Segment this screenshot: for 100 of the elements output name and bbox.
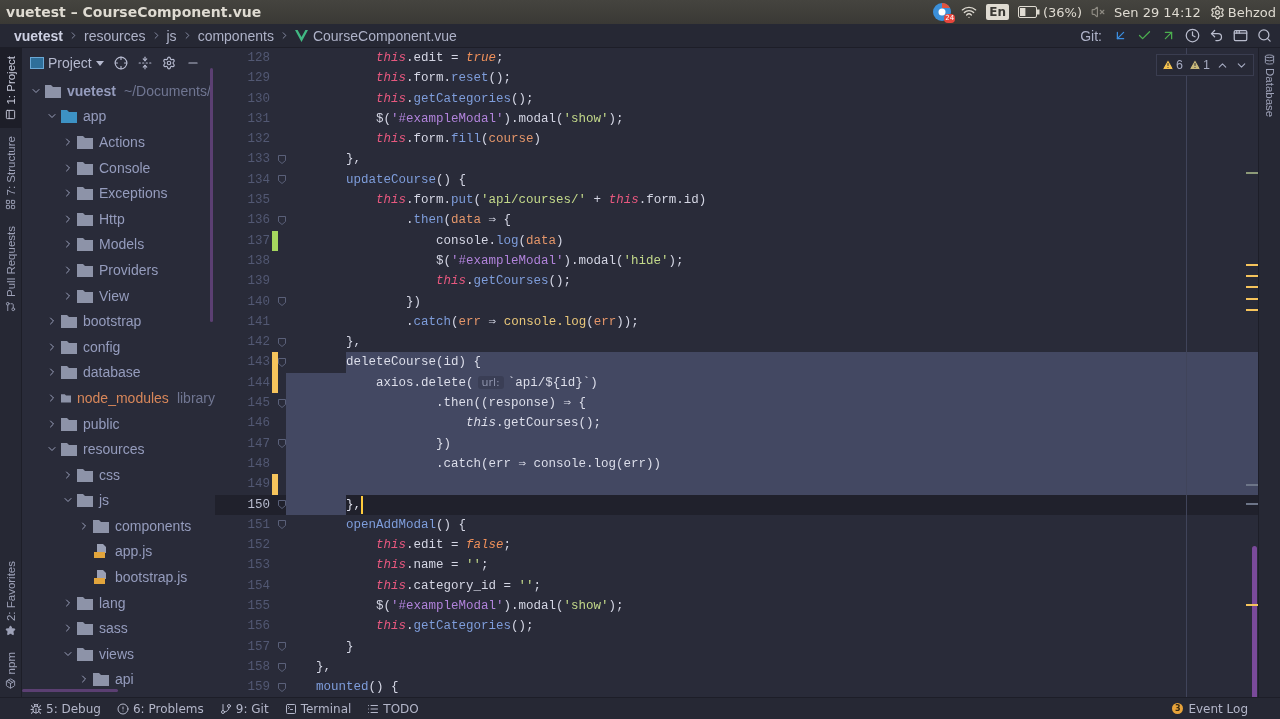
scroll-marker[interactable] [1246,298,1258,300]
user-name[interactable]: Behzod [1227,4,1276,20]
scroll-marker[interactable] [1246,604,1258,606]
change-marker[interactable] [272,372,278,394]
breadcrumb[interactable]: resources [84,27,146,44]
warning-count[interactable]: 6 [1162,58,1184,72]
fold-icon[interactable] [278,642,286,652]
tree-item[interactable]: Exceptions [99,185,168,202]
tree-item[interactable]: database [83,364,141,381]
tool-window-tab[interactable]: 7: Structure [0,127,21,219]
tree-item[interactable]: components [115,517,192,534]
tree-item[interactable]: bootstrap [83,313,142,330]
tree-item[interactable]: Console [99,159,151,176]
tool-window-tab[interactable]: 1: Project [0,48,21,128]
clock[interactable]: Sen 29 14:12 [1114,4,1201,20]
breadcrumb[interactable]: components [197,27,274,44]
fold-icon[interactable] [278,520,286,530]
scrollbar-thumb[interactable] [22,689,118,692]
alert-icon [116,702,129,715]
tool-window-tab[interactable]: Terminal [284,701,352,716]
window-icon[interactable] [1233,28,1248,43]
tree-item[interactable]: Actions [99,134,145,150]
fold-icon[interactable] [278,500,286,510]
code-line: this.name = ''; [376,557,489,575]
tool-window-tab[interactable]: npm [0,643,21,697]
structure-icon [5,199,16,211]
tree-item[interactable]: app [83,108,107,125]
scroll-marker[interactable] [1246,309,1258,311]
tree-item[interactable]: View [99,287,130,304]
scroll-marker[interactable] [1246,503,1258,505]
scroll-marker[interactable] [1246,275,1258,277]
tool-window-tab[interactable]: Pull Requests [0,218,21,320]
breadcrumb[interactable]: js [166,27,177,44]
tool-window-tab[interactable]: Database [1263,54,1276,118]
event-log-button[interactable]: 3 Event Log [1172,701,1248,716]
fold-icon[interactable] [278,398,286,408]
locate-icon[interactable] [113,56,128,70]
scrollbar-thumb[interactable] [210,68,213,322]
fold-icon[interactable] [278,662,286,672]
panel-title[interactable]: Project [30,55,104,71]
tool-window-tab[interactable]: 9: Git [219,701,269,716]
line-number: 137 [246,232,271,250]
tree-item[interactable]: bootstrap.js [115,569,188,586]
tree-item[interactable]: node_modules [77,389,169,406]
line-number: 141 [246,313,271,331]
tree-item[interactable]: Providers [99,261,159,278]
fold-icon[interactable] [278,297,286,307]
code-line: this.edit = false; [376,537,512,555]
collapse-icon[interactable] [137,56,152,70]
mute-icon[interactable] [1091,5,1106,19]
tool-window-tab[interactable]: 5: Debug [30,701,101,716]
tool-window-tab[interactable]: TODO [367,701,419,716]
code-line: this.form.fill(course) [376,131,542,149]
tree-item[interactable]: js [99,492,110,509]
tree-item[interactable]: views [99,645,134,662]
tree-item[interactable]: app.js [115,543,153,560]
branch-icon [219,702,232,715]
scroll-marker[interactable] [1246,264,1258,266]
fold-icon[interactable] [278,337,286,347]
tree-item-hint: ~/Documents/ [124,82,211,99]
settings-icon[interactable] [1209,4,1225,20]
wifi-icon[interactable] [961,4,978,20]
history-icon[interactable] [1185,28,1200,43]
scrollbar-thumb[interactable] [1252,546,1257,697]
fold-icon[interactable] [278,155,286,165]
bug-icon [30,702,42,715]
search-icon[interactable] [1257,28,1272,43]
fold-icon[interactable] [278,439,286,449]
tree-item[interactable]: Models [99,236,145,253]
warning-count[interactable]: 1 [1189,58,1210,72]
tree-item[interactable]: public [83,415,120,432]
fold-icon[interactable] [278,358,286,368]
breadcrumb[interactable]: CourseComponent.vue [312,27,457,44]
tree-item[interactable]: sass [99,620,128,637]
change-marker[interactable] [272,474,278,495]
keyboard-layout[interactable]: En [986,4,1009,20]
change-marker[interactable] [272,352,278,373]
change-marker[interactable] [272,230,278,251]
scroll-marker[interactable] [1246,172,1258,174]
tree-item[interactable]: resources [83,441,145,458]
scroll-marker[interactable] [1246,286,1258,288]
settings-icon[interactable] [161,56,176,70]
scroll-marker[interactable] [1246,484,1258,486]
fold-icon[interactable] [278,175,286,185]
tree-item[interactable]: api [115,671,134,688]
undo-icon[interactable] [1209,28,1224,43]
breadcrumb[interactable]: vuetest [14,27,64,44]
tree-item[interactable]: config [83,338,121,355]
tree-item[interactable]: css [99,466,120,483]
tool-window-tab[interactable]: 6: Problems [116,701,204,716]
tree-item[interactable]: vuetest [67,82,117,99]
fold-icon[interactable] [278,216,286,225]
line-number: 139 [246,273,271,291]
warning-icon [1162,59,1175,71]
tree-item[interactable]: Http [99,210,125,227]
battery-percent: (36%) [1043,4,1083,20]
fold-icon[interactable] [278,682,286,692]
tool-window-tab[interactable]: 2: Favorites [0,552,21,644]
tree-item[interactable]: lang [99,594,126,611]
list-icon [367,702,380,715]
